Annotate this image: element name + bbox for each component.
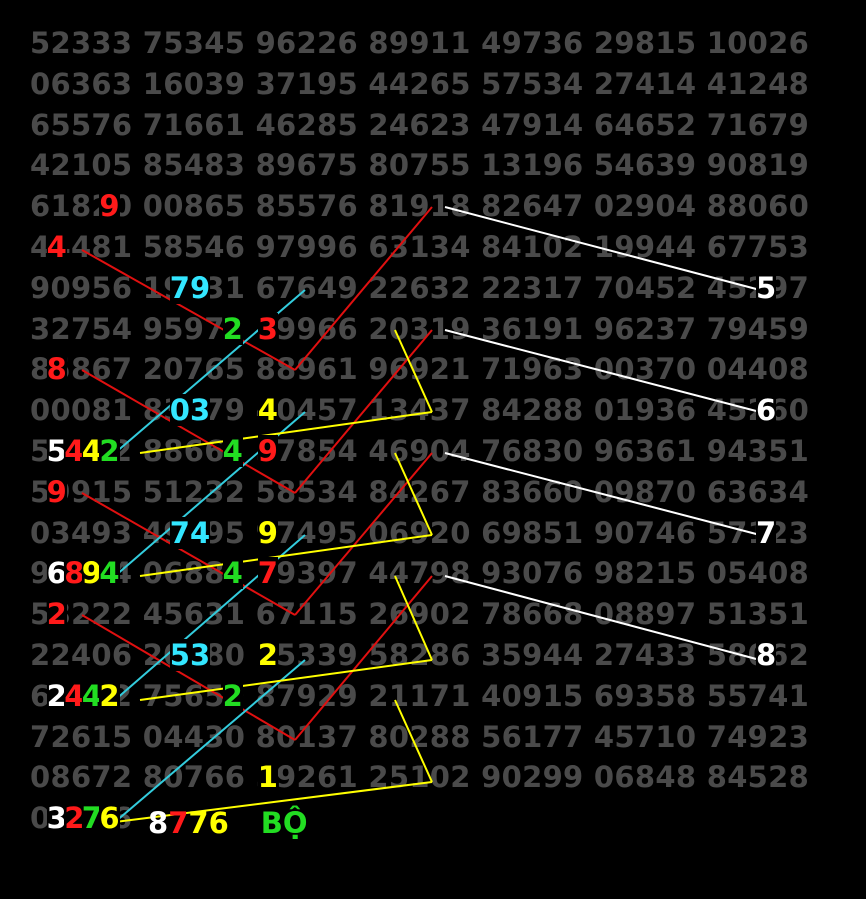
- highlight-digit: 3: [257, 311, 278, 346]
- highlight-digit: 9: [46, 474, 67, 509]
- highlight-digit: 2: [222, 311, 243, 346]
- connector-line: [394, 699, 433, 783]
- highlight-digit: 4: [222, 434, 243, 468]
- highlight-digit: 2: [222, 678, 243, 713]
- bo-digit: 7: [188, 806, 209, 840]
- connector-line: [81, 369, 296, 494]
- connector-lines: [81, 206, 761, 823]
- connector-line: [444, 575, 761, 661]
- connector-line: [394, 329, 433, 413]
- connector-line: [394, 452, 433, 536]
- highlight-digit: 2: [257, 638, 278, 672]
- connector-line: [81, 249, 296, 371]
- highlight-digit: 2: [46, 597, 67, 632]
- connector-line: [444, 329, 761, 413]
- highlight-digit: 9: [99, 189, 120, 224]
- connector-line: [114, 659, 306, 823]
- highlight-digit: 53: [169, 638, 211, 672]
- highlight-digit: 1: [257, 760, 278, 795]
- connector-line: [294, 329, 433, 494]
- highlight-digit: 9: [257, 515, 278, 550]
- highlight-digit: 74: [169, 515, 211, 550]
- highlight-digit: 2: [99, 434, 120, 468]
- highlight-digit: 7: [257, 556, 278, 591]
- highlight-digit: 4: [257, 393, 278, 428]
- highlight-digit: 6: [99, 801, 120, 836]
- bo-group: 8776 BỘ: [148, 807, 308, 839]
- bo-label: BỘ: [260, 806, 308, 840]
- bo-digit: 8: [148, 806, 169, 840]
- result-digit: 7: [756, 515, 777, 550]
- connector-line: [444, 452, 761, 536]
- connector-line: [81, 614, 296, 741]
- highlight-digit: 4: [222, 556, 243, 591]
- result-digit: 8: [756, 638, 777, 672]
- chon-line: CHỌN : 12,21,67,76,26,62: [174, 847, 598, 881]
- highlight-digit: 2: [99, 678, 120, 713]
- highlight-digit: 79: [169, 270, 211, 305]
- bo-digit: 6: [208, 806, 229, 840]
- result-digit: 6: [756, 393, 777, 428]
- highlight-digit: 4: [46, 230, 67, 264]
- highlight-digit: 4: [99, 556, 120, 591]
- connector-line: [294, 452, 433, 616]
- connector-line: [294, 206, 433, 371]
- highlight-digit: 03: [169, 393, 211, 428]
- bo-digit: 7: [168, 806, 189, 840]
- connector-line: [444, 206, 761, 291]
- connector-line: [394, 575, 433, 661]
- result-digit: 5: [756, 270, 777, 305]
- highlight-digit: 9: [257, 434, 278, 468]
- lottery-grid-canvas: 52333 75345 96226 89911 49736 29815 1002…: [0, 0, 866, 899]
- connector-line: [294, 575, 433, 741]
- highlight-digit: 8: [46, 352, 67, 387]
